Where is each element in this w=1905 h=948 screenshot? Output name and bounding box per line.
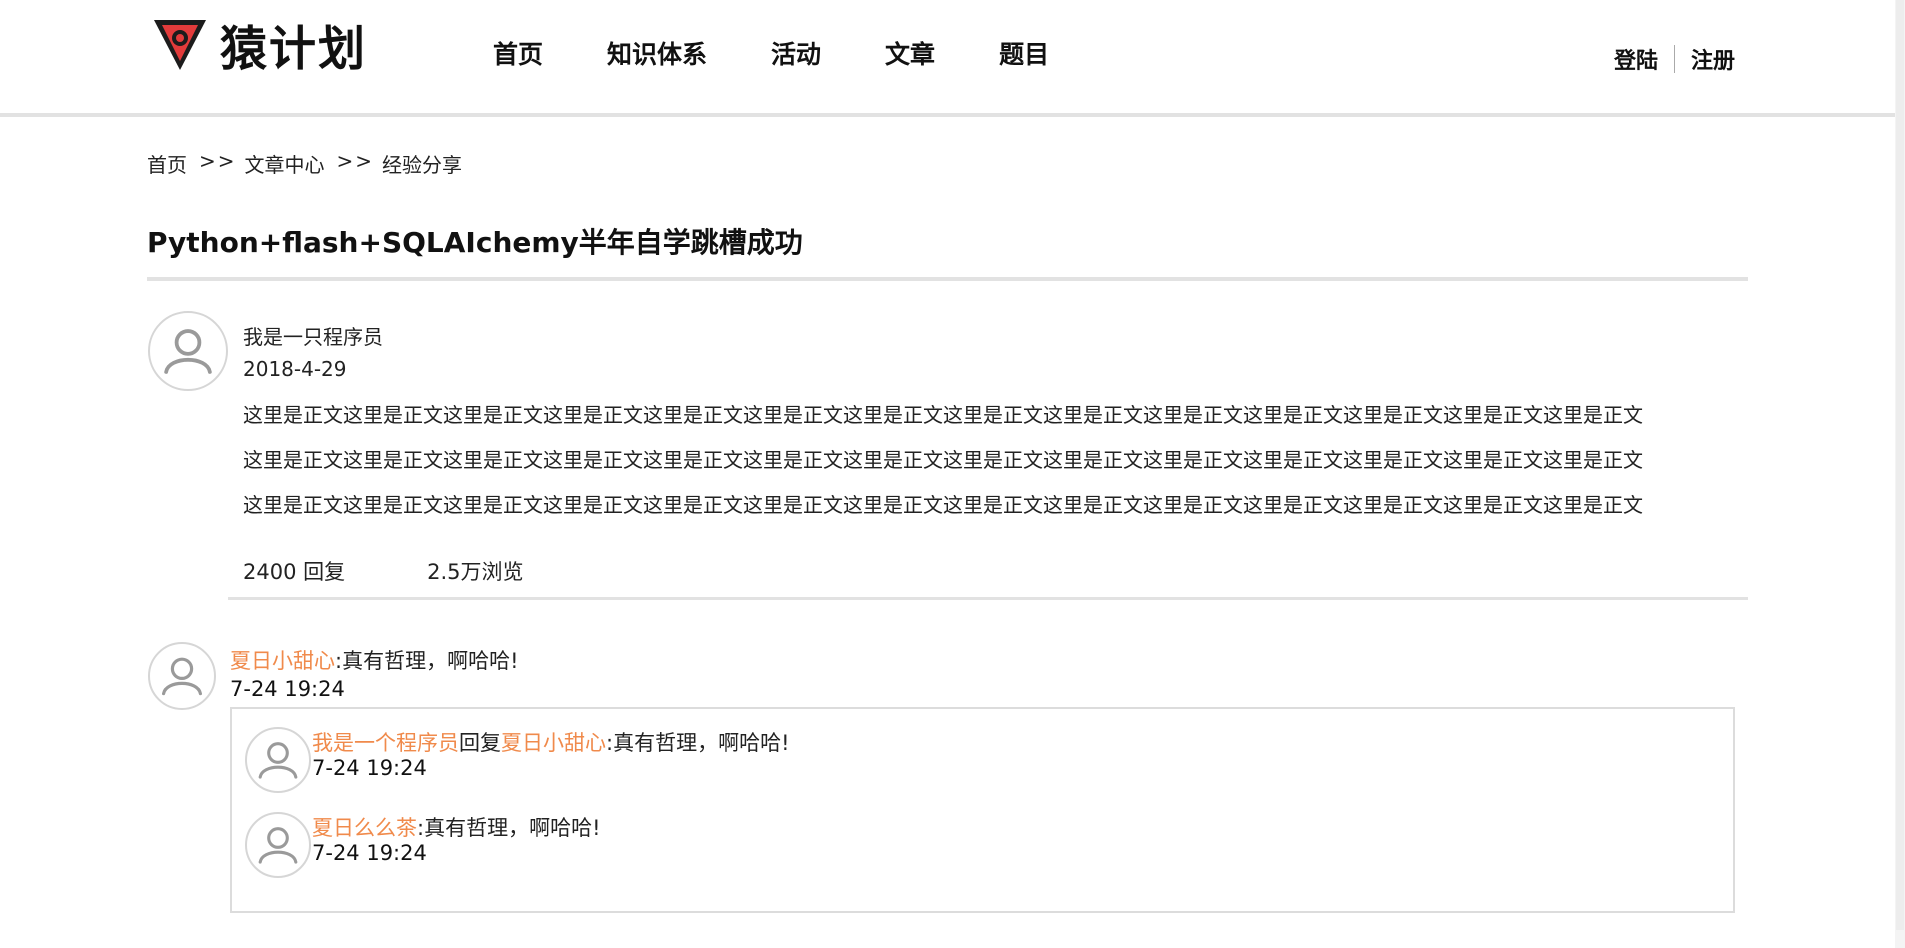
comment-text: :真有哲理，啊哈哈! bbox=[335, 649, 519, 673]
nav-item-activities[interactable]: 活动 bbox=[771, 35, 821, 71]
site-header: 猿计划 首页 知识体系 活动 文章 题目 登陆 注册 bbox=[0, 0, 1895, 117]
reply-count: 2400 回复 bbox=[243, 560, 346, 584]
site-logo[interactable]: 猿计划 bbox=[152, 14, 367, 77]
reply-avatar[interactable] bbox=[245, 812, 311, 878]
reply-text: :真有哲理，啊哈哈! bbox=[417, 816, 601, 840]
vertical-scrollbar[interactable] bbox=[1895, 0, 1905, 948]
login-link[interactable]: 登陆 bbox=[1614, 43, 1658, 75]
reply-username[interactable]: 夏日么么茶 bbox=[312, 816, 417, 840]
post-body-line: 这里是正文这里是正文这里是正文这里是正文这里是正文这里是正文这里是正文这里是正文… bbox=[243, 448, 1643, 472]
comment-username[interactable]: 夏日小甜心 bbox=[230, 649, 335, 673]
breadcrumb-article-center[interactable]: 文章中心 bbox=[245, 149, 325, 178]
nav-item-questions[interactable]: 题目 bbox=[999, 35, 1049, 71]
author-avatar[interactable] bbox=[148, 311, 228, 391]
post-body: 这里是正文这里是正文这里是正文这里是正文这里是正文这里是正文这里是正文这里是正文… bbox=[243, 393, 1763, 528]
reply: 我是一个程序员回复夏日小甜心:真有哲理，啊哈哈! bbox=[312, 727, 790, 757]
auth-divider bbox=[1674, 45, 1676, 73]
breadcrumb-home[interactable]: 首页 bbox=[147, 149, 187, 178]
post-title: Python+flash+SQLAIchemy半年自学跳槽成功 bbox=[147, 226, 803, 259]
reply: 夏日么么茶:真有哲理，啊哈哈! bbox=[312, 812, 601, 842]
stats-divider bbox=[228, 597, 1748, 600]
register-link[interactable]: 注册 bbox=[1691, 43, 1735, 75]
commenter-avatar[interactable] bbox=[148, 642, 216, 710]
view-count: 2.5万浏览 bbox=[427, 560, 524, 584]
auth-links: 登陆 注册 bbox=[1614, 43, 1735, 75]
post-body-line: 这里是正文这里是正文这里是正文这里是正文这里是正文这里是正文这里是正文这里是正文… bbox=[243, 403, 1643, 427]
nav-item-home[interactable]: 首页 bbox=[493, 35, 543, 71]
breadcrumb-separator: >> bbox=[336, 149, 375, 173]
user-avatar-icon bbox=[258, 742, 298, 779]
reply-target-username[interactable]: 夏日小甜心 bbox=[501, 731, 606, 755]
reply-word: 回复 bbox=[459, 731, 501, 755]
nav-item-knowledge[interactable]: 知识体系 bbox=[607, 35, 707, 71]
breadcrumb: 首页 >> 文章中心 >> 经验分享 bbox=[147, 149, 462, 178]
scrollbar-thumb[interactable] bbox=[1896, 0, 1904, 930]
reply-time: 7-24 19:24 bbox=[312, 841, 427, 865]
reply-text: :真有哲理，啊哈哈! bbox=[606, 731, 790, 755]
logo-triangle-icon bbox=[154, 20, 206, 70]
user-avatar-icon bbox=[164, 329, 212, 374]
title-divider bbox=[147, 277, 1748, 281]
breadcrumb-experience-sharing[interactable]: 经验分享 bbox=[382, 149, 462, 178]
main-nav: 首页 知识体系 活动 文章 题目 bbox=[493, 35, 1113, 71]
nav-item-articles[interactable]: 文章 bbox=[885, 35, 935, 71]
post-stats: 2400 回复 2.5万浏览 bbox=[243, 556, 524, 586]
reply-avatar[interactable] bbox=[245, 727, 311, 793]
post-body-line: 这里是正文这里是正文这里是正文这里是正文这里是正文这里是正文这里是正文这里是正文… bbox=[243, 493, 1643, 517]
comment: 夏日小甜心:真有哲理，啊哈哈! bbox=[230, 645, 519, 675]
logo-text: 猿计划 bbox=[220, 21, 367, 77]
reply-time: 7-24 19:24 bbox=[312, 756, 427, 780]
post-author[interactable]: 我是一只程序员 bbox=[243, 321, 383, 350]
comment-time: 7-24 19:24 bbox=[230, 677, 345, 701]
post-date: 2018-4-29 bbox=[243, 357, 347, 381]
reply-username[interactable]: 我是一个程序员 bbox=[312, 731, 459, 755]
user-avatar-icon bbox=[258, 827, 298, 864]
breadcrumb-separator: >> bbox=[199, 149, 237, 173]
user-avatar-icon bbox=[162, 657, 202, 696]
